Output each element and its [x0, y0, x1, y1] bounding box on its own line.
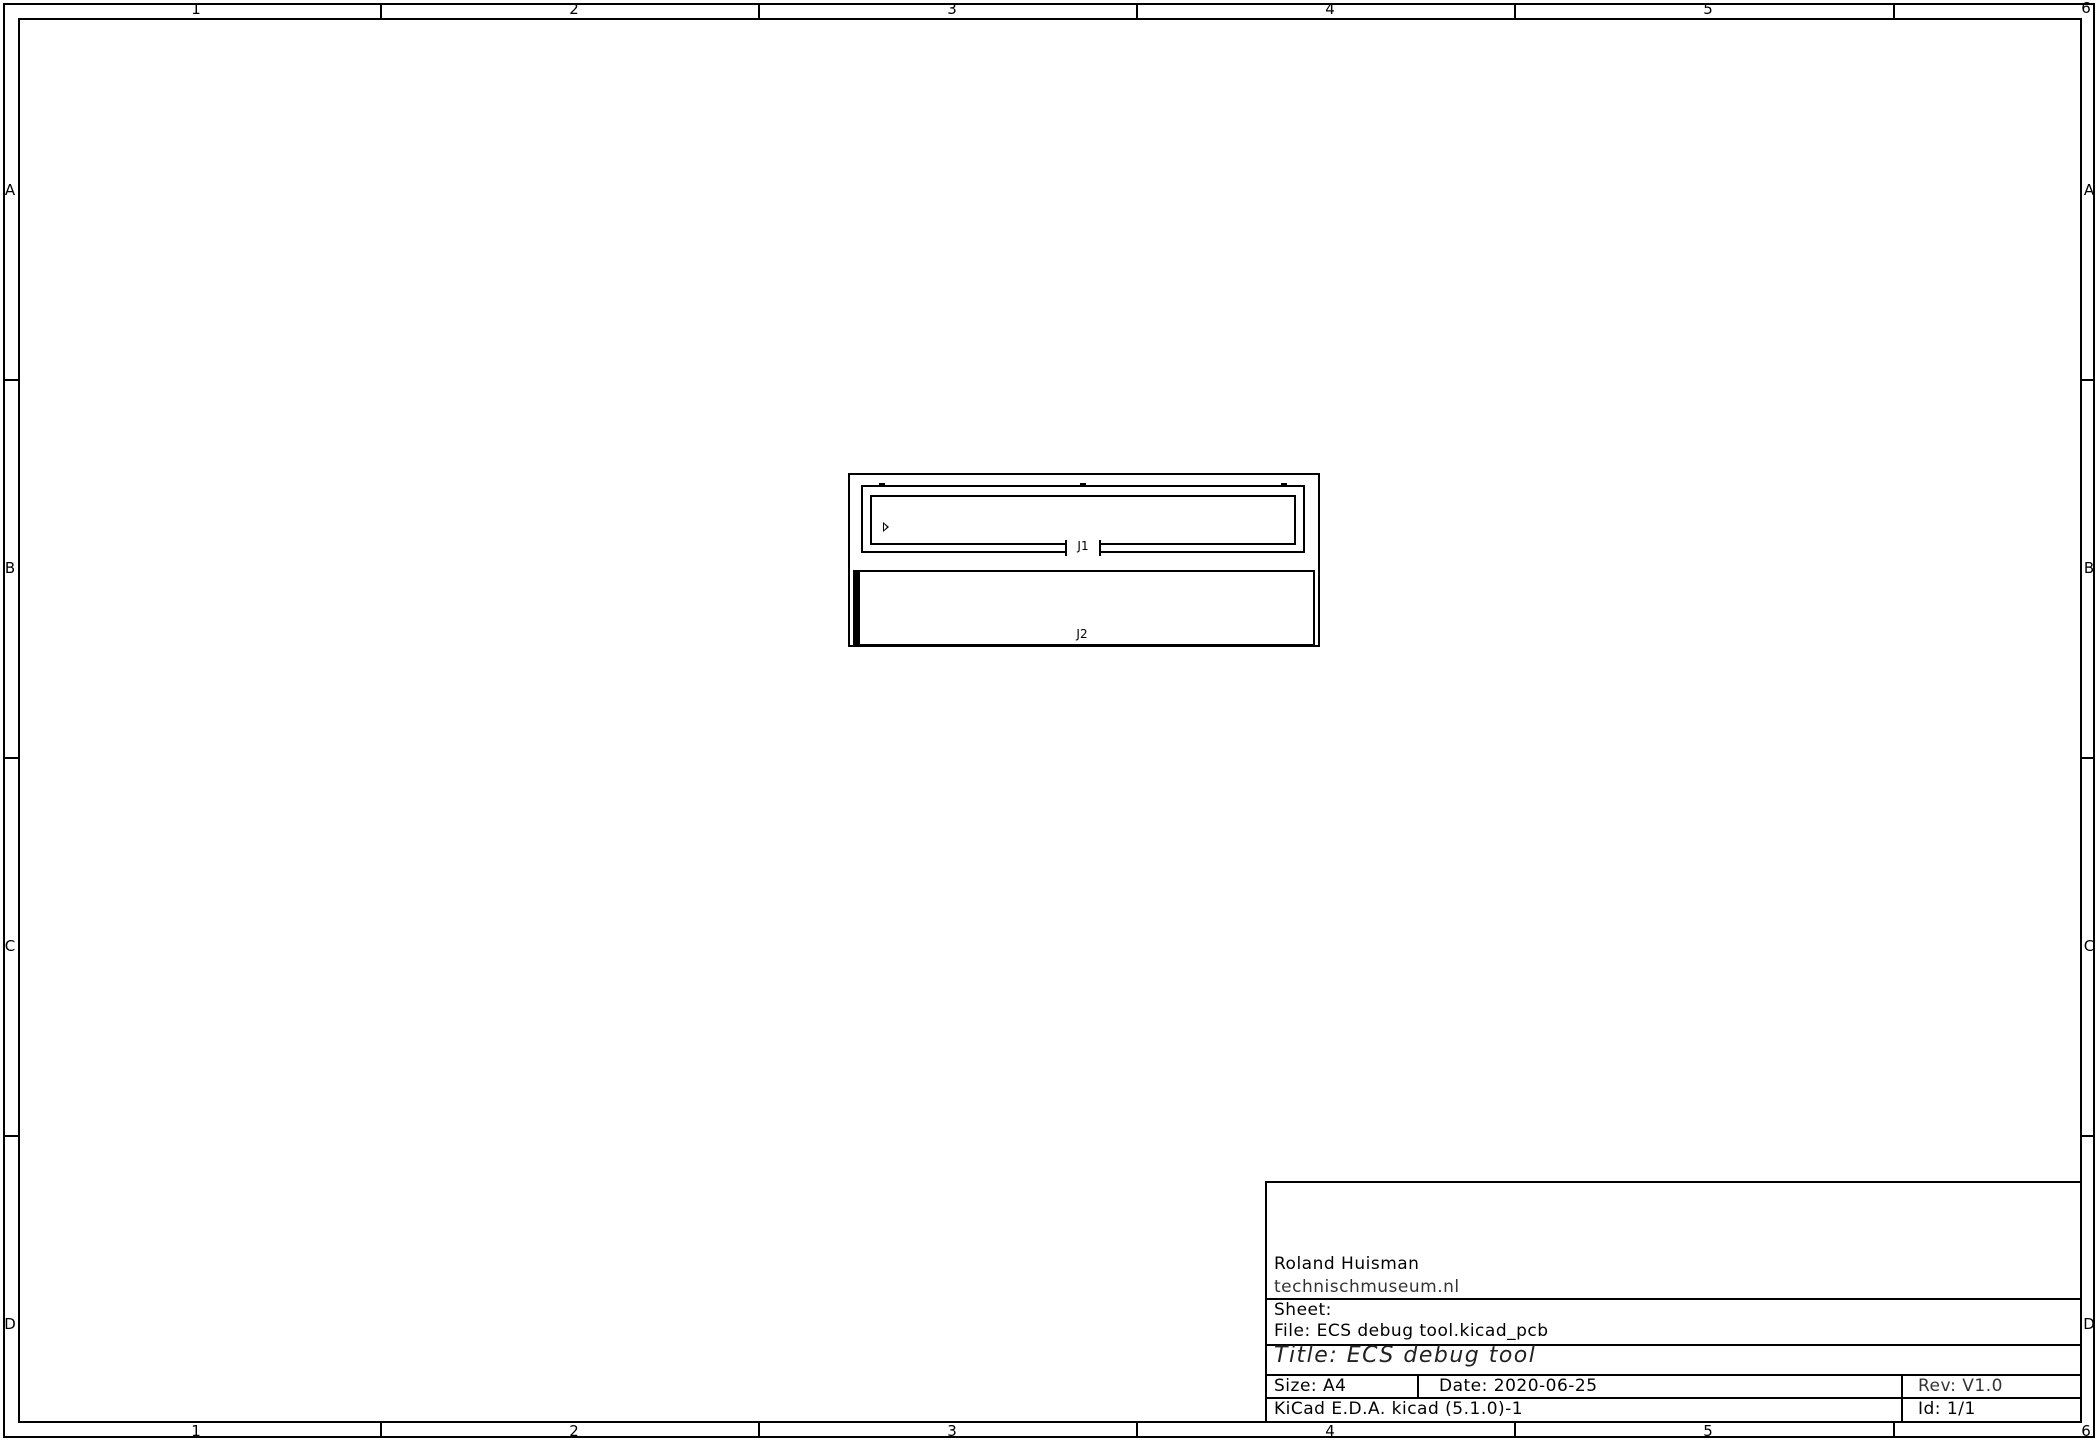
row-divider-left	[3, 1135, 18, 1137]
tool-version: KiCad E.D.A. kicad (5.1.0)-1	[1274, 1399, 1524, 1419]
row-divider-right	[2082, 757, 2095, 759]
column-divider-bottom	[1514, 1423, 1516, 1438]
row-divider-left	[3, 757, 18, 759]
column-label-top: 6	[2081, 0, 2091, 17]
j1-reference: J1	[1077, 539, 1089, 553]
column-label-top: 3	[947, 0, 957, 18]
row-label-left: B	[4, 559, 16, 577]
j1-connector-slot	[870, 495, 1296, 545]
column-label-top: 2	[569, 0, 579, 18]
title-block: Roland Huisman technischmuseum.nl Sheet:…	[1265, 1181, 2082, 1423]
sheet-id: Id: 1/1	[1918, 1399, 1976, 1419]
row-label-right: D	[2083, 1315, 2095, 1333]
column-label-top: 4	[1325, 0, 1335, 18]
column-label-bottom: 4	[1325, 1422, 1335, 1440]
pin1-triangle-icon	[883, 522, 889, 532]
title-block-divider	[1417, 1374, 1419, 1397]
j2-pin-strip	[853, 570, 860, 646]
row-label-left: C	[4, 937, 16, 955]
sheet-label: Sheet:	[1274, 1300, 1332, 1320]
row-label-left: A	[4, 181, 16, 199]
column-label-bottom: 5	[1703, 1422, 1713, 1440]
file-name: File: ECS debug tool.kicad_pcb	[1274, 1321, 1549, 1341]
column-divider-bottom	[758, 1423, 760, 1438]
column-divider-bottom	[1893, 1423, 1895, 1438]
row-label-left: D	[4, 1315, 16, 1333]
column-divider-top	[380, 3, 382, 18]
j1-mount-mark	[1281, 483, 1287, 486]
row-divider-right	[2082, 1135, 2095, 1137]
j1-mount-mark	[879, 483, 885, 486]
j2-reference: J2	[1076, 627, 1088, 641]
j1-mount-mark	[1080, 483, 1086, 486]
title-block-divider	[1267, 1298, 2082, 1300]
column-label-bottom: 3	[947, 1422, 957, 1440]
column-divider-top	[1514, 3, 1516, 18]
column-divider-bottom	[1136, 1423, 1138, 1438]
drawing-date: Date: 2020-06-25	[1439, 1376, 1598, 1396]
row-label-right: C	[2083, 937, 2095, 955]
company-website: technischmuseum.nl	[1274, 1277, 1460, 1297]
row-label-right: A	[2083, 181, 2095, 199]
column-divider-bottom	[380, 1423, 382, 1438]
column-label-top: 5	[1703, 0, 1713, 18]
column-label-bottom: 2	[569, 1422, 579, 1440]
row-divider-left	[3, 379, 18, 381]
row-divider-right	[2082, 379, 2095, 381]
paper-size: Size: A4	[1274, 1376, 1347, 1396]
row-label-right: B	[2083, 559, 2095, 577]
company-name: Roland Huisman	[1274, 1254, 1420, 1274]
column-label-bottom: 6	[2081, 1422, 2091, 1440]
column-divider-top	[1893, 3, 1895, 18]
column-divider-top	[1136, 3, 1138, 18]
revision: Rev: V1.0	[1918, 1376, 2003, 1396]
drawing-title: Title: ECS debug tool	[1274, 1343, 1537, 1368]
column-label-bottom: 1	[191, 1422, 201, 1440]
column-label-top: 1	[191, 0, 201, 18]
title-block-divider	[1901, 1374, 1903, 1423]
column-divider-top	[758, 3, 760, 18]
